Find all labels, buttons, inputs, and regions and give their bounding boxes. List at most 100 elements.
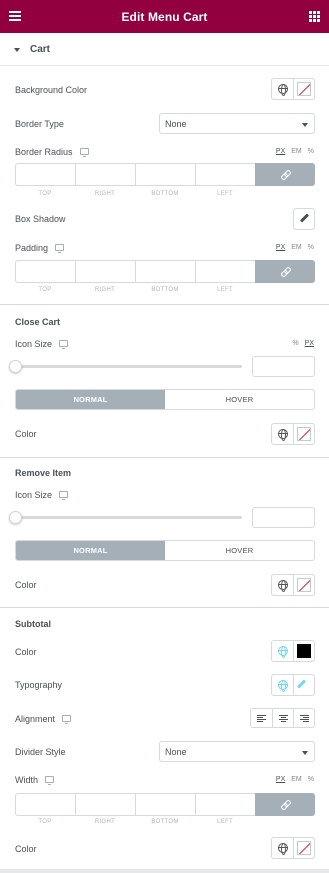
grid-icon[interactable]: [309, 11, 320, 22]
global-colors-button[interactable]: [272, 838, 293, 858]
global-typography-button[interactable]: [272, 675, 293, 695]
icon-size-slider-track[interactable]: [15, 365, 242, 368]
dim-label-right: RIGHT: [94, 191, 116, 197]
dim-label-bottom: BOTTOM: [151, 191, 179, 197]
section-cart-header[interactable]: Cart: [0, 33, 329, 66]
color-picker-button[interactable]: [293, 838, 314, 858]
monitor-icon[interactable]: [45, 776, 55, 785]
border-type-label: Border Type: [15, 119, 64, 129]
color-picker-button[interactable]: [293, 79, 314, 99]
bottom-input[interactable]: [135, 793, 195, 816]
color-picker-button[interactable]: [293, 641, 314, 661]
section-title: Cart: [30, 44, 51, 55]
left-input[interactable]: [195, 163, 255, 186]
subtotal-heading: Subtotal: [15, 619, 51, 629]
edit-typography-button[interactable]: [293, 675, 314, 695]
unit-percent[interactable]: %: [308, 244, 314, 251]
align-left-icon: [257, 715, 266, 723]
link-values-button[interactable]: [255, 793, 315, 816]
unit-percent[interactable]: %: [308, 776, 314, 783]
top-input[interactable]: [15, 793, 75, 816]
top-input[interactable]: [15, 260, 75, 283]
align-left-button[interactable]: [251, 709, 272, 727]
color-swatch-empty: [297, 578, 311, 592]
background-color-label: Background Color: [15, 85, 88, 95]
dim-label-right: RIGHT: [94, 819, 116, 825]
monitor-icon[interactable]: [55, 244, 65, 253]
icon-size-slider-handle[interactable]: [9, 360, 22, 373]
pencil-icon: [296, 679, 307, 689]
chevron-down-icon: [302, 123, 308, 127]
right-input[interactable]: [75, 163, 135, 186]
padding-units: PX EM %: [276, 244, 314, 251]
monitor-icon[interactable]: [59, 491, 69, 500]
unit-px[interactable]: PX: [305, 340, 314, 347]
bottom-input[interactable]: [135, 260, 195, 283]
remove-item-color-label: Color: [15, 580, 37, 590]
unit-px[interactable]: PX: [276, 776, 285, 783]
icon-size-input[interactable]: [252, 507, 315, 528]
unit-em[interactable]: EM: [291, 776, 302, 783]
unit-em[interactable]: EM: [291, 244, 302, 251]
border-type-select[interactable]: None: [159, 113, 315, 134]
color-swatch-empty: [297, 427, 311, 441]
close-cart-heading: Close Cart: [15, 317, 61, 327]
global-colors-button[interactable]: [272, 424, 293, 444]
border-radius-dimension-labels: TOP RIGHT BOTTOM LEFT: [15, 191, 315, 197]
unit-percent[interactable]: %: [292, 340, 298, 347]
align-center-button[interactable]: [271, 709, 293, 727]
subtotal-divider-color-control: [271, 837, 315, 859]
monitor-icon[interactable]: [62, 715, 72, 724]
divider-style-select[interactable]: None: [159, 741, 315, 762]
left-input[interactable]: [195, 260, 255, 283]
globe-icon: [278, 429, 288, 441]
link-values-button[interactable]: [255, 260, 315, 283]
tab-normal[interactable]: NORMAL: [16, 390, 165, 409]
right-input[interactable]: [75, 260, 135, 283]
section-divider: [0, 457, 329, 458]
unit-em[interactable]: EM: [291, 148, 302, 155]
icon-size-input[interactable]: [252, 356, 315, 377]
pencil-icon: [299, 213, 310, 223]
width-dimension-labels: TOP RIGHT BOTTOM LEFT: [15, 819, 315, 825]
tab-hover[interactable]: HOVER: [165, 390, 314, 409]
globe-icon: [278, 680, 288, 692]
color-picker-button[interactable]: [293, 424, 314, 444]
border-radius-label: Border Radius: [15, 147, 89, 157]
unit-percent[interactable]: %: [308, 148, 314, 155]
right-input[interactable]: [75, 793, 135, 816]
left-input[interactable]: [195, 793, 255, 816]
global-colors-button[interactable]: [272, 575, 293, 595]
align-right-button[interactable]: [292, 709, 314, 727]
globe-icon: [278, 580, 288, 592]
dim-label-left: LEFT: [217, 191, 233, 197]
top-input[interactable]: [15, 163, 75, 186]
dim-label-left: LEFT: [217, 819, 233, 825]
width-units: PX EM %: [276, 776, 314, 783]
global-colors-button[interactable]: [272, 641, 293, 661]
width-label: Width: [15, 775, 55, 785]
color-picker-button[interactable]: [293, 575, 314, 595]
unit-px[interactable]: PX: [276, 148, 285, 155]
monitor-icon[interactable]: [59, 340, 69, 349]
tab-normal[interactable]: NORMAL: [16, 541, 165, 560]
link-values-button[interactable]: [255, 163, 315, 186]
remove-item-heading: Remove Item: [15, 468, 72, 478]
select-value: None: [165, 119, 187, 129]
monitor-icon[interactable]: [79, 148, 89, 157]
icon-size-slider-track[interactable]: [15, 516, 242, 519]
icon-size-slider-handle[interactable]: [9, 511, 22, 524]
box-shadow-edit-button[interactable]: [293, 208, 315, 230]
hamburger-icon[interactable]: [9, 11, 21, 21]
unit-px[interactable]: PX: [276, 244, 285, 251]
divider-style-label: Divider Style: [15, 747, 66, 757]
close-cart-state-tabs: NORMAL HOVER: [15, 389, 315, 410]
dim-label-bottom: BOTTOM: [151, 287, 179, 293]
color-swatch-empty: [297, 841, 311, 855]
bottom-input[interactable]: [135, 163, 195, 186]
tab-hover[interactable]: HOVER: [165, 541, 314, 560]
icon-size-units: % PX: [292, 340, 314, 347]
global-colors-button[interactable]: [272, 79, 293, 99]
dim-label-left: LEFT: [217, 287, 233, 293]
select-value: None: [165, 747, 187, 757]
